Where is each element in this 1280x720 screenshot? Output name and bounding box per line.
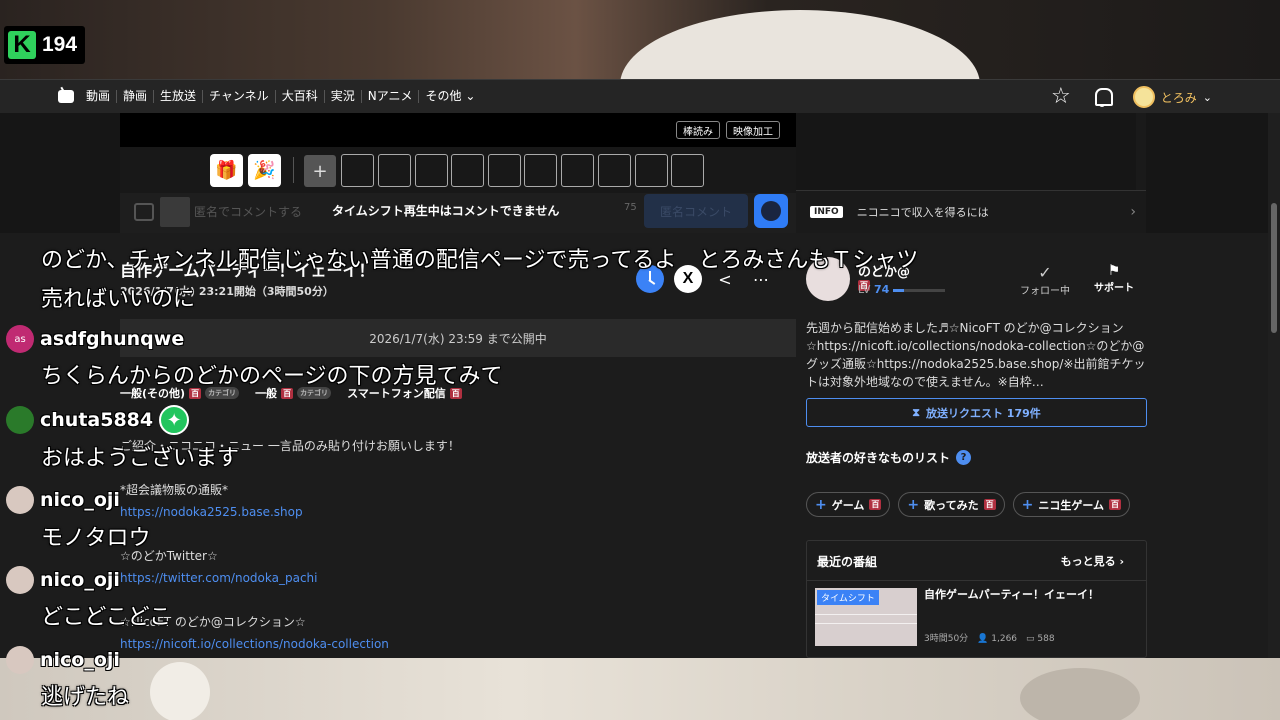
item-slot[interactable] <box>524 154 557 187</box>
publish-status: 2026/1/7(水) 23:59 まで公開中 <box>120 319 796 357</box>
level-progress <box>893 289 945 292</box>
broadcaster-avatar[interactable] <box>806 257 850 301</box>
divider <box>293 157 294 183</box>
top-nav: 動画 静画 生放送 チャンネル 大百科 実況 Nアニメ その他 ⌄ ☆ とろみ … <box>0 79 1280 113</box>
emoji-icon[interactable] <box>754 194 788 228</box>
support-button[interactable]: ⚑ サポート <box>1090 263 1138 294</box>
recent-thumbnail[interactable]: タイムシフト <box>815 588 917 646</box>
broadcast-request-button[interactable]: ⧗ 放送リクエスト 179件 <box>806 398 1147 427</box>
fav-list-title: 放送者の好きなものリスト? <box>806 449 972 466</box>
item-slot[interactable] <box>598 154 631 187</box>
flag-icon: ⚑ <box>1107 263 1121 279</box>
chevron-down-icon: ⌄ <box>1202 90 1212 104</box>
nav-item-channel[interactable]: チャンネル <box>203 90 276 103</box>
recent-title: 最近の番組 <box>817 555 878 569</box>
broadcaster-level: LV 74 <box>858 283 890 296</box>
item-slot[interactable] <box>561 154 594 187</box>
char-count: 75 <box>624 202 637 213</box>
gift-icon[interactable]: 🎁 <box>210 154 243 187</box>
plus-icon: + <box>907 496 920 513</box>
item-slot[interactable] <box>341 154 374 187</box>
page-scrollbar[interactable] <box>1268 113 1280 658</box>
ad-area <box>796 113 1136 190</box>
tag-item[interactable]: 一般百カテゴリ <box>255 385 332 401</box>
item-slot[interactable] <box>635 154 668 187</box>
nav-item-more[interactable]: その他 ⌄ <box>419 90 481 103</box>
program-area: 自作ゲームパーティー！イェーイ！ 2026/1/7(水) 23:21開始（3時間… <box>0 233 1268 658</box>
program-start: 2026/1/7(水) 23:21開始（3時間50分） <box>120 285 334 298</box>
nav-item-jikkyo[interactable]: 実況 <box>325 90 362 103</box>
recent-programs: 最近の番組 もっと見る › タイムシフト 自作ゲームパーティー！イェーイ！ 3時… <box>806 540 1147 658</box>
timeshift-badge: タイムシフト <box>817 590 879 605</box>
fav-chip-game[interactable]: + ゲーム百 <box>806 492 891 517</box>
more-icon[interactable]: ⋯ <box>748 270 774 289</box>
nav-item-anime[interactable]: Nアニメ <box>362 90 420 103</box>
user-avatar <box>1132 86 1155 108</box>
comment-icon <box>134 203 154 221</box>
commenter-avatar <box>160 197 190 227</box>
fav-chip-utattemita[interactable]: + 歌ってみた百 <box>898 492 1005 517</box>
comment-bar: 匿名でコメントする タイムシフト再生中はコメントできません 75 匿名コメント <box>120 193 796 233</box>
camera-feed-bottom <box>0 658 1280 720</box>
twitter-link[interactable]: https://twitter.com/nodoka_pachi <box>120 571 460 585</box>
check-icon: ✓ <box>1038 263 1052 282</box>
chevron-right-icon: › <box>1119 555 1124 568</box>
anonymous-comment-button[interactable]: 匿名コメント <box>644 194 748 228</box>
user-name: とろみ <box>1160 90 1197 105</box>
nav-item-seiga[interactable]: 静画 <box>117 90 155 103</box>
request-icon: ⧗ <box>912 405 920 419</box>
chevron-down-icon: ⌄ <box>465 89 476 103</box>
item-slot[interactable] <box>415 154 448 187</box>
clock-icon[interactable] <box>636 265 664 293</box>
party-popper-icon[interactable]: 🎉 <box>248 154 281 187</box>
info-bar[interactable]: INFO ニコニコで収入を得るには › <box>796 190 1146 233</box>
k-logo-icon: K <box>8 31 36 59</box>
comment-input[interactable]: 匿名でコメントする <box>194 203 302 220</box>
gift-bar: 🎁 🎉 + <box>120 147 796 193</box>
item-slot[interactable] <box>488 154 521 187</box>
follow-button[interactable]: ✓ フォロー中 <box>1016 263 1074 297</box>
item-slot[interactable] <box>378 154 411 187</box>
viewer-badge: K 194 <box>4 26 86 64</box>
shop-link[interactable]: https://nodoka2525.base.shop <box>120 505 460 519</box>
video-effect-button[interactable]: 映像加工 <box>726 121 780 139</box>
nav-links: 動画 静画 生放送 チャンネル 大百科 実況 Nアニメ その他 ⌄ <box>80 90 481 103</box>
plus-icon: + <box>815 496 827 513</box>
item-slot[interactable] <box>671 154 704 187</box>
info-text: ニコニコで収入を得るには <box>856 206 989 219</box>
recent-item-title[interactable]: 自作ゲームパーティー！イェーイ！ <box>924 586 1099 602</box>
player-controls: 棒読み 映像加工 <box>120 113 796 147</box>
tag-item[interactable]: 一般(その他) 百カテゴリ <box>120 385 240 401</box>
help-icon[interactable]: ? <box>956 450 972 465</box>
add-item-button[interactable]: + <box>304 155 336 187</box>
nicoft-link[interactable]: https://nicoft.io/collections/nodoka-col… <box>120 637 460 651</box>
recent-item-meta: 3時間50分 👤 1,266 ▭ 588 <box>924 634 1055 644</box>
nav-item-live[interactable]: 生放送 <box>154 90 204 103</box>
reading-button[interactable]: 棒読み <box>676 121 720 139</box>
program-title: 自作ゲームパーティー！イェーイ！ <box>120 261 375 280</box>
comment-disabled-message: タイムシフト再生中はコメントできません <box>332 204 560 218</box>
broadcaster-profile: 先週から配信始めました♬☆NicoFT のどか@コレクション☆https://n… <box>806 321 1146 389</box>
ad-panel: INFO ニコニコで収入を得るには › <box>796 113 1146 233</box>
program-description: ご紹介・ニコニコ・ニュー 一言品のみ貼り付けお願いします！ *超会議物販の通販*… <box>120 439 460 651</box>
item-slot[interactable] <box>451 154 484 187</box>
info-tag: INFO <box>810 206 843 218</box>
share-icon[interactable]: < <box>712 270 738 289</box>
star-icon[interactable]: ☆ <box>1051 86 1071 108</box>
user-menu[interactable]: とろみ ⌄ <box>1132 86 1212 108</box>
tag-item[interactable]: スマートフォン配信百 <box>347 385 462 401</box>
program-actions: X < ⋯ <box>636 265 774 293</box>
tag-list: 一般(その他) 百カテゴリ 一般百カテゴリ スマートフォン配信百 <box>120 385 462 401</box>
fav-chip-nicogame[interactable]: + ニコ生ゲーム百 <box>1012 492 1130 517</box>
see-more-link[interactable]: もっと見る › <box>1061 553 1124 569</box>
nav-item-video[interactable]: 動画 <box>80 90 118 103</box>
plus-icon: + <box>1021 496 1034 513</box>
viewer-count: 194 <box>42 33 78 56</box>
nav-item-dic[interactable]: 大百科 <box>276 90 325 103</box>
chevron-right-icon: › <box>1130 204 1136 220</box>
fav-list: + ゲーム百 + 歌ってみた百 + ニコ生ゲーム百 <box>806 492 1130 517</box>
x-share-icon[interactable]: X <box>674 265 702 293</box>
niconico-tv-icon[interactable] <box>58 90 74 103</box>
bell-icon[interactable] <box>1093 87 1113 107</box>
